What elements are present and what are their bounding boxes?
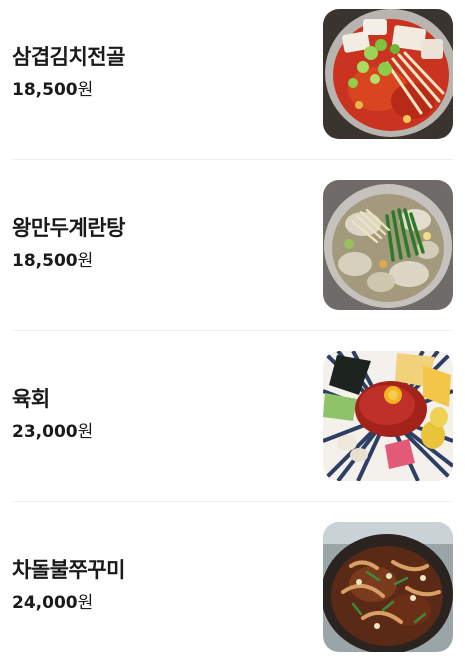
menu-item-price: 18,500원 <box>12 246 93 271</box>
menu-item-name: 차돌불쭈꾸미 <box>12 558 125 582</box>
kimchi-stew-photo[interactable] <box>323 9 453 139</box>
menu-item-info: 왕만두계란탕 18,500원 <box>12 180 302 310</box>
menu-item-price: 24,000원 <box>12 588 93 613</box>
yukhoe-photo[interactable] <box>323 351 453 481</box>
menu-item-stir-fried-octopus[interactable]: 차돌불쭈꾸미 24,000원 <box>12 522 453 652</box>
price-value: 18,500 <box>12 251 78 271</box>
divider <box>12 330 453 331</box>
menu-item-yukhoe[interactable]: 육회 23,000원 <box>12 351 453 481</box>
menu-list: 삼겹김치전골 18,500원 왕만두계란탕 18,500원 육회 23,000원… <box>0 0 465 668</box>
menu-item-info: 육회 23,000원 <box>12 351 302 481</box>
menu-item-name: 왕만두계란탕 <box>12 216 125 240</box>
divider <box>12 159 453 160</box>
price-value: 23,000 <box>12 422 78 442</box>
stir-fried-octopus-photo[interactable] <box>323 522 453 652</box>
menu-item-info: 삼겹김치전골 18,500원 <box>12 9 302 139</box>
menu-item-info: 차돌불쭈꾸미 24,000원 <box>12 522 302 652</box>
price-value: 24,000 <box>12 593 78 613</box>
stir-fried-octopus-image <box>323 522 453 652</box>
menu-item-price: 18,500원 <box>12 75 93 100</box>
menu-item-dumpling-soup[interactable]: 왕만두계란탕 18,500원 <box>12 180 453 310</box>
dumpling-soup-photo[interactable] <box>323 180 453 310</box>
price-currency: 원 <box>77 422 94 442</box>
price-value: 18,500 <box>12 80 78 100</box>
menu-item-price: 23,000원 <box>12 417 93 442</box>
dumpling-soup-image <box>323 180 453 310</box>
menu-item-name: 육회 <box>12 387 50 411</box>
menu-item-kimchi-stew[interactable]: 삼겹김치전골 18,500원 <box>12 9 453 139</box>
price-currency: 원 <box>77 251 94 271</box>
kimchi-stew-image <box>323 9 453 139</box>
price-currency: 원 <box>77 80 94 100</box>
yukhoe-image <box>323 351 453 481</box>
menu-item-name: 삼겹김치전골 <box>12 45 125 69</box>
divider <box>12 501 453 502</box>
price-currency: 원 <box>77 593 94 613</box>
